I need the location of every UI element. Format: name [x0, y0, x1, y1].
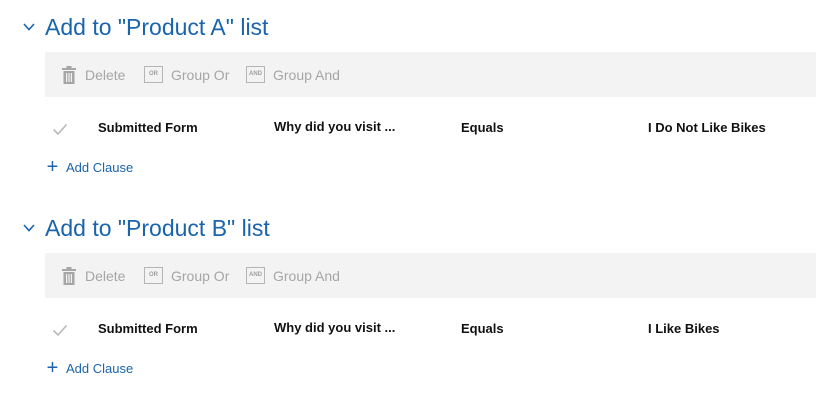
clause-value[interactable]: I Do Not Like Bikes [648, 120, 766, 135]
delete-button[interactable]: Delete [61, 52, 125, 97]
clause-toolbar: Delete OR Group Or AND Group And [45, 253, 816, 298]
clause-operator[interactable]: Equals [461, 321, 504, 336]
clause-toolbar: Delete OR Group Or AND Group And [45, 52, 816, 97]
checkmark-icon[interactable] [52, 322, 68, 338]
group-and-icon: AND [246, 267, 265, 284]
add-clause-button[interactable]: + Add Clause [45, 156, 134, 178]
group-or-icon: OR [144, 267, 163, 284]
group-and-label: Group And [273, 267, 340, 284]
clause-field[interactable]: Submitted Form [98, 321, 198, 336]
add-clause-button[interactable]: + Add Clause [45, 357, 134, 379]
group-and-label: Group And [273, 66, 340, 83]
group-or-button[interactable]: OR Group Or [144, 52, 229, 97]
delete-button[interactable]: Delete [61, 253, 125, 298]
clause-field[interactable]: Submitted Form [98, 120, 198, 135]
delete-label: Delete [85, 66, 126, 83]
chevron-down-icon[interactable] [22, 20, 36, 34]
clause-question[interactable]: Why did you visit ... [274, 320, 395, 335]
trash-icon [62, 65, 76, 84]
section-header[interactable]: Add to "Product B" list [0, 201, 816, 255]
checkmark-icon[interactable] [52, 121, 68, 137]
group-and-button[interactable]: AND Group And [246, 52, 340, 97]
group-or-icon: OR [144, 66, 163, 83]
section-header[interactable]: Add to "Product A" list [0, 0, 816, 54]
delete-label: Delete [85, 267, 126, 284]
clause-operator[interactable]: Equals [461, 120, 504, 135]
clause-row[interactable]: Submitted Form Why did you visit ... Equ… [45, 112, 816, 146]
section-title: Add to "Product A" list [45, 14, 269, 40]
trash-icon [62, 266, 76, 285]
add-clause-label: Add Clause [66, 360, 134, 376]
clause-question[interactable]: Why did you visit ... [274, 119, 395, 134]
plus-icon: + [46, 156, 59, 178]
plus-icon: + [46, 357, 59, 379]
clause-row[interactable]: Submitted Form Why did you visit ... Equ… [45, 313, 816, 347]
chevron-down-icon[interactable] [22, 221, 36, 235]
group-or-button[interactable]: OR Group Or [144, 253, 229, 298]
section-title: Add to "Product B" list [45, 215, 270, 241]
rule-editor: Add to "Product A" list Delete OR Group … [0, 0, 816, 416]
group-or-label: Group Or [171, 267, 230, 284]
group-and-button[interactable]: AND Group And [246, 253, 340, 298]
clause-value[interactable]: I Like Bikes [648, 321, 720, 336]
group-and-icon: AND [246, 66, 265, 83]
add-clause-label: Add Clause [66, 159, 134, 175]
group-or-label: Group Or [171, 66, 230, 83]
